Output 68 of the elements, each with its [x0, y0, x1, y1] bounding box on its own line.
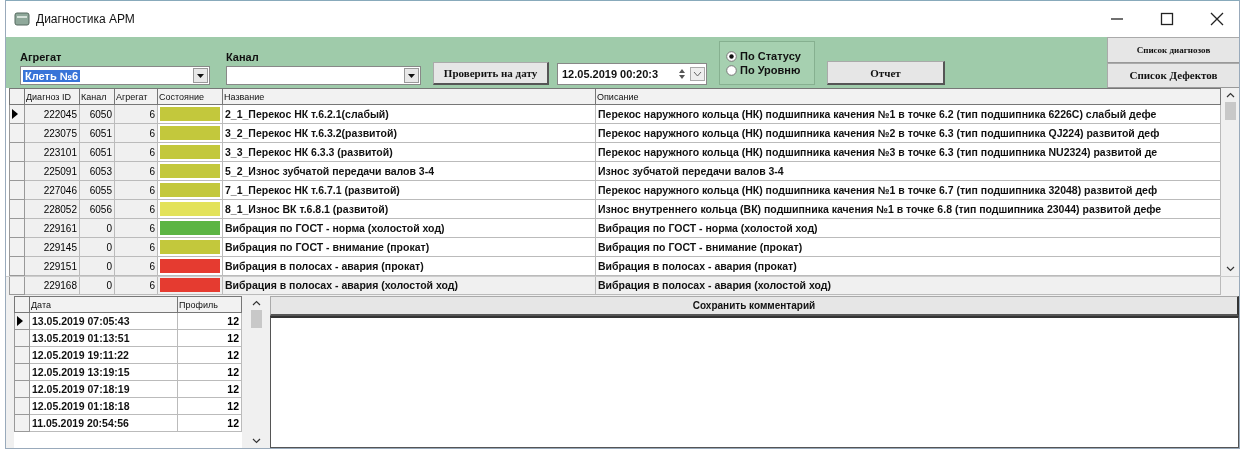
table-cell: 7_1_Перекос НК т.6.7.1 (развитой)	[222, 180, 596, 200]
radio-button[interactable]	[726, 64, 737, 76]
table-cell: 13.05.2019 07:05:43	[29, 312, 178, 330]
scrollbar[interactable]	[1221, 88, 1239, 276]
datetime-field[interactable]: 12.05.2019 00:20:3	[557, 63, 707, 85]
table-cell: 2_1_Перекос НК т.6.2.1(слабый)	[222, 104, 596, 124]
table-cell: 3_2_Перекос НК т.6.3.2(развитой)	[222, 123, 596, 143]
table-cell: 12	[177, 346, 242, 364]
field-label: Канал	[226, 51, 260, 63]
table-cell: 8_1_Износ ВК т.6.8.1 (развитой)	[222, 199, 596, 219]
table-cell: Вибрация в полосах - авария (холостой ход)	[222, 275, 596, 295]
current-row-icon	[17, 316, 23, 326]
table-cell: Вибрация по ГОСТ - норма (холостой ход)	[222, 218, 596, 238]
report-button[interactable]: Отчет	[827, 61, 945, 85]
column-header[interactable]: Дата	[29, 296, 178, 313]
table-cell: 12	[177, 380, 242, 398]
table-cell: Вибрация в полосах - авария (прокат)	[222, 256, 596, 276]
table-cell: Вибрация по ГОСТ - внимание (прокат)	[222, 237, 596, 257]
table-cell: 12	[177, 312, 242, 330]
table-cell: Вибрация в полосах - авария (холостой ход)	[595, 275, 1221, 295]
save-comment-button[interactable]: Сохранить комментарий	[270, 296, 1239, 316]
table-cell: 13.05.2019 01:13:51	[29, 329, 178, 347]
scroll-up-icon[interactable]	[1225, 92, 1235, 98]
table-cell: 12	[177, 414, 242, 432]
table-cell: Перекос наружного кольца (НК) подшипника качения №1 в точке 6.7 (тип подшипника 32048) развитой деф	[595, 180, 1221, 200]
radio-label[interactable]: По Статусу	[740, 50, 801, 62]
scroll-up-icon[interactable]	[251, 300, 261, 306]
table-cell: 11.05.2019 20:54:56	[29, 414, 178, 432]
table-cell: 12.05.2019 07:18:19	[29, 380, 178, 398]
current-row-icon	[12, 109, 18, 119]
column-header[interactable]: Описание	[595, 88, 1221, 105]
table-cell: 12.05.2019 13:19:15	[29, 363, 178, 381]
table-cell: Вибрация по ГОСТ - норма (холостой ход)	[595, 218, 1221, 238]
scroll-down-icon[interactable]	[1225, 266, 1235, 272]
window-title: Диагностика АРМ	[36, 12, 135, 26]
unit-combobox[interactable]: Клеть №6	[20, 66, 210, 85]
table-cell: Перекос наружного кольца (НК) подшипника качения №3 в точке 6.3 (тип подшипника NU2324) развитой де	[595, 142, 1221, 162]
table-cell: 12	[177, 397, 242, 415]
table-cell: 12	[177, 329, 242, 347]
comment-field[interactable]	[270, 316, 1239, 448]
table-cell: Перекос наружного кольца (НК) подшипника качения №1 в точке 6.2 (тип подшипника 6226С) слабый дефе	[595, 104, 1221, 124]
spin-icon[interactable]	[676, 66, 706, 82]
check-date-button[interactable]: Проверить на дату	[433, 62, 549, 85]
app-icon	[14, 12, 30, 26]
column-header[interactable]: Профиль	[177, 296, 242, 313]
table-cell: Перекос наружного кольца (НК) подшипника качения №2 в точке 6.3 (тип подшипника QJ224) развитой деф	[595, 123, 1221, 143]
table-cell: Износ внутреннего кольца (ВК) подшипника качения №1 в точке 6.8 (тип подшипника 23044) развитой дефе	[595, 199, 1221, 219]
field-label: Агрегат	[20, 51, 63, 63]
scroll-thumb[interactable]	[1224, 102, 1236, 120]
scroll-thumb[interactable]	[250, 310, 262, 328]
scroll-down-icon[interactable]	[251, 438, 261, 444]
defects-list-button[interactable]: Список Дефектов	[1107, 62, 1239, 88]
table-cell: 12.05.2019 01:18:18	[29, 397, 178, 415]
column-header[interactable]: Агрегат	[114, 88, 158, 105]
table-cell: 12	[177, 363, 242, 381]
table-cell: Вибрация в полосах - авария (прокат)	[595, 256, 1221, 276]
table-cell: 5_2_Износ зубчатой передачи валов 3-4	[222, 161, 596, 181]
column-header[interactable]: Состояние	[157, 88, 223, 105]
table-cell: Износ зубчатой передачи валов 3-4	[595, 161, 1221, 181]
column-header[interactable]: Название	[222, 88, 596, 105]
radio-label[interactable]: По Уровню	[740, 64, 801, 76]
radio-button[interactable]	[726, 50, 737, 62]
table-cell: 3_3_Перекос НК 6.3.3 (развитой)	[222, 142, 596, 162]
table-cell: 12.05.2019 19:11:22	[29, 346, 178, 364]
diagnoses-list-button[interactable]: Список диагнозов	[1107, 37, 1239, 63]
column-header[interactable]: Канал	[79, 88, 115, 105]
column-header[interactable]: Диагноз ID	[24, 88, 80, 105]
table-cell: Вибрация по ГОСТ - внимание (прокат)	[595, 237, 1221, 257]
